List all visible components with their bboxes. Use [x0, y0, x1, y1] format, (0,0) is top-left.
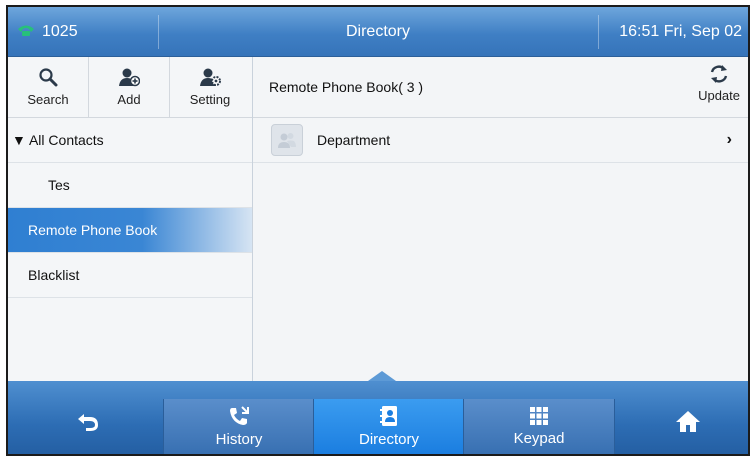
- home-icon: [675, 409, 701, 437]
- tab-keypad[interactable]: Keypad: [463, 399, 615, 454]
- update-label: Update: [698, 88, 740, 103]
- add-label: Add: [117, 92, 141, 107]
- active-indicator: [368, 371, 396, 381]
- list-item[interactable]: Department ›: [253, 118, 748, 163]
- add-button[interactable]: Add: [88, 57, 169, 117]
- page-title: Remote Phone Book( 3 ): [269, 79, 424, 95]
- tab-history[interactable]: History: [163, 399, 315, 454]
- contact-settings-icon: [199, 67, 221, 92]
- sidebar-item-label: Tes: [48, 177, 70, 193]
- sidebar: Search Add Setting ▼ All Contacts Tes Re…: [8, 57, 253, 381]
- sidebar-item-tes[interactable]: Tes: [8, 163, 252, 208]
- directory-icon: [379, 405, 399, 431]
- add-contact-icon: [118, 67, 141, 92]
- phone-screen: 1025 Directory 16:51 Fri, Sep 02 Search: [6, 5, 750, 456]
- home-button[interactable]: [643, 391, 733, 454]
- sidebar-toolbar: Search Add Setting: [8, 57, 252, 118]
- chevron-right-icon: ›: [726, 131, 732, 148]
- keypad-icon: [529, 406, 549, 430]
- search-label: Search: [27, 92, 69, 107]
- tab-label: History: [215, 431, 263, 448]
- history-icon: [228, 405, 250, 431]
- tab-label: Directory: [358, 431, 419, 448]
- date-time: 16:51 Fri, Sep 02: [619, 23, 742, 40]
- update-button[interactable]: Update: [698, 63, 740, 103]
- tab-directory[interactable]: Directory: [313, 399, 465, 454]
- back-icon: [76, 410, 100, 436]
- sidebar-item-blacklist[interactable]: Blacklist: [8, 253, 252, 298]
- status-bar: 1025 Directory 16:51 Fri, Sep 02: [8, 7, 748, 57]
- tab-label: Keypad: [513, 430, 565, 447]
- main-header: Remote Phone Book( 3 ) Update: [253, 57, 748, 118]
- bottom-nav: History Directory Keypad: [8, 371, 748, 454]
- search-icon: [38, 67, 58, 92]
- list-item-label: Department: [317, 132, 391, 148]
- sidebar-item-remote-phone-book[interactable]: Remote Phone Book: [8, 208, 252, 253]
- setting-button[interactable]: Setting: [169, 57, 250, 117]
- search-button[interactable]: Search: [8, 57, 88, 117]
- main-panel: Remote Phone Book( 3 ) Update Department…: [253, 57, 748, 381]
- setting-label: Setting: [189, 92, 231, 107]
- sidebar-item-label: Blacklist: [28, 267, 80, 283]
- back-button[interactable]: [43, 391, 133, 454]
- sidebar-item-all-contacts[interactable]: ▼ All Contacts: [8, 118, 252, 163]
- group-avatar-icon: [271, 124, 303, 156]
- sidebar-item-label: ▼ All Contacts: [12, 132, 104, 148]
- refresh-icon: [708, 63, 730, 88]
- sidebar-item-label: Remote Phone Book: [28, 222, 158, 238]
